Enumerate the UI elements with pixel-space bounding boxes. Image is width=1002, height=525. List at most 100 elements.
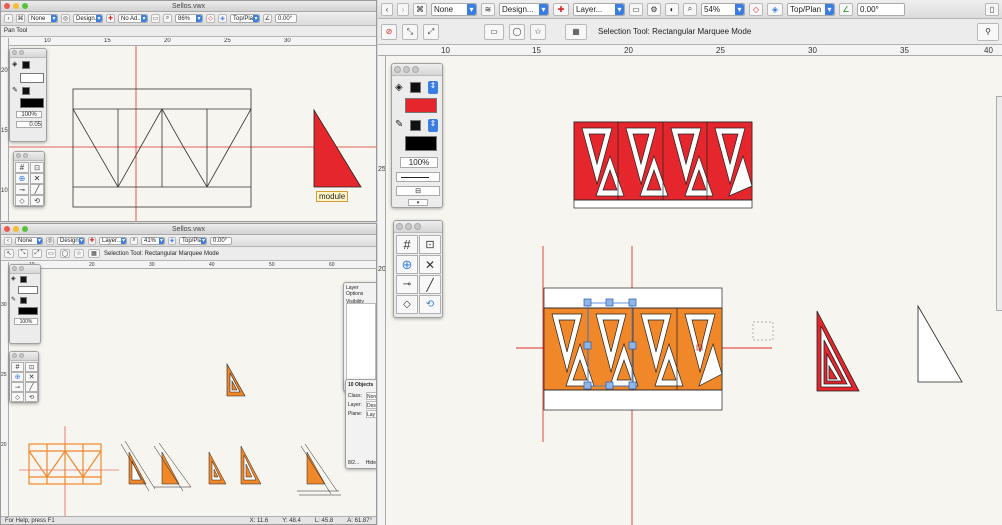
crosshair-icon[interactable]: ⊕ (15, 173, 29, 184)
zoom-icon[interactable]: ⌕ (163, 14, 172, 23)
collapse-toggle[interactable]: ▾ (408, 199, 428, 206)
grid-snap-icon[interactable]: # (15, 162, 29, 173)
horizontal-ruler[interactable]: 10 20 30 40 50 60 (9, 262, 376, 269)
cross-icon[interactable]: ✕ (30, 173, 44, 184)
fill-bucket-icon[interactable]: ◈ (395, 82, 403, 93)
minimize-button[interactable] (13, 226, 19, 232)
rotate-icon[interactable]: ⟲ (419, 295, 441, 314)
dimension-icon[interactable]: ⊸ (15, 184, 29, 195)
zoom-select[interactable]: 41% ▾ (141, 236, 165, 245)
fill-swatch[interactable] (410, 82, 421, 93)
opacity-field[interactable]: 100% (14, 318, 38, 325)
line-style-select[interactable] (396, 172, 440, 182)
class-icon[interactable]: ⌘ (16, 14, 25, 23)
grid-snap-icon[interactable]: # (396, 235, 418, 254)
back-arrow-icon[interactable]: ‹ (4, 14, 13, 23)
cross-icon[interactable]: ✕ (419, 255, 441, 274)
palette-titlebar[interactable] (10, 265, 40, 274)
plane-icon[interactable]: ◇ (206, 14, 215, 23)
zoom-select[interactable]: 86% ▾ (175, 14, 203, 23)
crosshair-icon[interactable]: ⊕ (396, 255, 418, 274)
zoom-button[interactable] (22, 226, 28, 232)
zoom-button[interactable] (22, 3, 28, 9)
snap-off-icon[interactable]: ⊘ (381, 23, 397, 40)
side-palette-edge[interactable] (996, 96, 1002, 311)
page-icon[interactable]: ▭ (629, 2, 643, 16)
dimension-icon[interactable]: ⊸ (396, 275, 418, 294)
back-arrow-icon[interactable]: ‹ (4, 236, 12, 245)
layer-visibility-icon[interactable]: ✚ (106, 14, 115, 23)
drawing-canvas[interactable] (386, 56, 1002, 525)
extra-select[interactable]: Layer... ▾ (573, 2, 625, 16)
vertical-ruler[interactable]: 30 25 20 (1, 262, 9, 518)
pen-swatch[interactable] (20, 297, 27, 304)
render-icon[interactable]: ◐ (665, 2, 679, 16)
mode-options-icon[interactable]: ▦ (565, 23, 587, 40)
layer-select[interactable]: Design... ▾ (57, 236, 85, 245)
selection-arrow-icon[interactable]: ↖ (4, 249, 14, 258)
pen-color-swatch[interactable] (405, 136, 437, 151)
palette-titlebar[interactable] (10, 49, 46, 58)
pencil-icon[interactable]: ✎ (12, 86, 18, 94)
line-weight-field[interactable]: 0.05 (16, 121, 42, 128)
marker-select[interactable]: ⊟ (396, 186, 440, 196)
layer-list[interactable] (346, 303, 376, 389)
fill-color-swatch[interactable] (405, 98, 437, 113)
polygon-icon[interactable]: ☆ (74, 249, 84, 258)
view-select[interactable]: Top/Plan ▾ (230, 14, 260, 23)
layer-select[interactable]: Design... ▾ (499, 2, 549, 16)
opacity-field[interactable]: 100% (400, 157, 438, 168)
pencil-icon[interactable]: ✎ (395, 119, 403, 130)
rotate-icon[interactable]: ⟲ (30, 195, 44, 206)
palette-titlebar[interactable] (10, 352, 38, 361)
fill-bucket-icon[interactable]: ◈ (12, 60, 17, 68)
class-select[interactable]: None ▾ (431, 2, 477, 16)
angle-icon[interactable]: ∠ (263, 14, 272, 23)
selection-mode-icon[interactable]: ⤡ (18, 249, 28, 258)
layer-icon[interactable]: ◎ (46, 236, 54, 245)
close-button[interactable] (4, 226, 10, 232)
rectangle-icon[interactable]: ▭ (46, 249, 56, 258)
angle-icon[interactable]: ∠ (839, 2, 853, 16)
hide-button[interactable]: Hide (366, 460, 376, 466)
class-select[interactable]: None ▾ (28, 14, 58, 23)
zoom-icon[interactable]: ⌕ (130, 236, 138, 245)
layer-select[interactable]: Design... ▾ (73, 14, 103, 23)
plane-icon[interactable]: ◇ (749, 2, 763, 16)
fill-bucket-icon[interactable]: ◈ (11, 275, 16, 282)
palette-titlebar[interactable] (14, 152, 44, 161)
minimize-button[interactable] (13, 3, 19, 9)
selection-arrow-icon[interactable]: ⤡ (402, 23, 418, 40)
grid-snap-icon[interactable]: # (11, 362, 24, 372)
pan-icon[interactable]: ⚲ (977, 22, 999, 41)
lasso-icon[interactable]: ◯ (509, 23, 525, 40)
line-icon[interactable]: ╱ (30, 184, 44, 195)
crosshair-icon[interactable]: ⊕ (11, 372, 24, 382)
view-cube-icon[interactable]: ◈ (168, 236, 176, 245)
angle-field[interactable]: 0.00° (210, 236, 232, 245)
fill-color-swatch[interactable] (20, 73, 44, 83)
page-icon[interactable]: ▭ (151, 14, 160, 23)
back-arrow-icon[interactable]: ‹ (381, 2, 393, 16)
sidebar-toggle-icon[interactable]: ▯ (985, 2, 999, 16)
plane-value[interactable]: Lay (366, 410, 376, 418)
angle-field[interactable]: 0.00° (857, 2, 905, 16)
angle-field[interactable]: 0.00° (275, 14, 297, 23)
snap-box-icon[interactable]: ⊡ (419, 235, 441, 254)
fill-color-swatch[interactable] (18, 286, 38, 294)
class-icon[interactable]: ⌘ (413, 2, 427, 16)
pen-color-swatch[interactable] (20, 98, 44, 108)
mode-options-icon[interactable]: ▦ (88, 249, 100, 258)
forward-arrow-icon[interactable]: › (397, 2, 409, 16)
window-titlebar[interactable]: Sellos.vwx (1, 224, 376, 235)
pen-options-icon[interactable]: ⇕ (428, 119, 438, 132)
fill-options-icon[interactable]: ⇕ (428, 81, 438, 94)
layer-icon[interactable]: ◎ (61, 14, 70, 23)
view-select[interactable]: Top/Plan ▾ (787, 2, 835, 16)
pencil-icon[interactable]: ✎ (11, 296, 16, 303)
line-icon[interactable]: ╱ (419, 275, 441, 294)
window-titlebar[interactable]: Sellos.vwx (1, 1, 376, 12)
settings-icon[interactable]: ⚙ (647, 2, 661, 16)
pen-swatch[interactable] (410, 120, 421, 131)
layer-visibility-icon[interactable]: ✚ (88, 236, 96, 245)
